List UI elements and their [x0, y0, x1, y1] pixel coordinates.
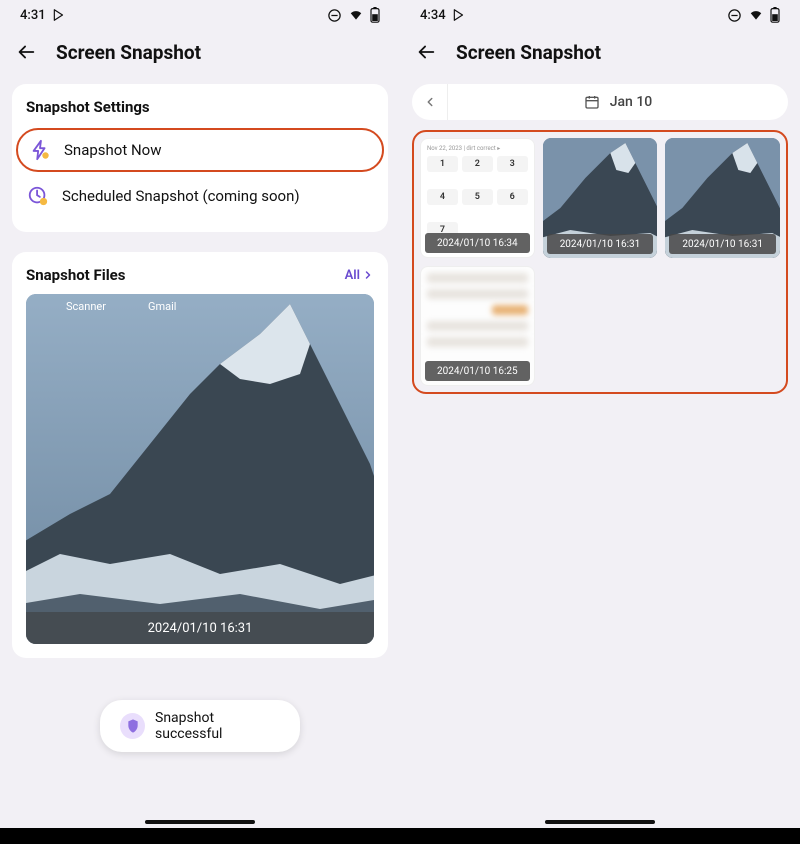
- nav-handle[interactable]: [0, 814, 400, 828]
- snapshot-now-button[interactable]: Snapshot Now: [16, 128, 384, 172]
- clock: 4:31: [20, 8, 46, 23]
- footer-bar: [0, 828, 800, 844]
- dnd-icon: [727, 8, 742, 23]
- phone-left: 4:31 Screen Snapshot Snapshot Settings S…: [0, 0, 400, 828]
- toast-text: Snapshot successful: [155, 710, 280, 742]
- scheduled-label: Scheduled Snapshot (coming soon): [62, 187, 300, 205]
- thumb-caption: 2024/01/10 16:31: [669, 234, 776, 254]
- back-button[interactable]: [414, 40, 438, 64]
- thumb-caption: 2024/01/10 16:34: [425, 233, 530, 253]
- snapshot-preview[interactable]: Scanner Gmail 2024/01/10 16:31: [26, 294, 374, 644]
- preview-caption: 2024/01/10 16:31: [26, 612, 374, 644]
- preview-app-label: Scanner: [66, 300, 106, 313]
- page-title: Screen Snapshot: [56, 41, 201, 64]
- snapshot-now-label: Snapshot Now: [64, 141, 162, 159]
- settings-card: Snapshot Settings Snapshot Now Scheduled…: [12, 84, 388, 232]
- scheduled-snapshot-row: Scheduled Snapshot (coming soon): [26, 174, 374, 218]
- battery-icon: [770, 7, 780, 23]
- wifi-icon: [748, 8, 764, 22]
- thumb-caption: 2024/01/10 16:31: [547, 234, 654, 254]
- files-header: Snapshot Files: [26, 266, 125, 284]
- all-link[interactable]: All: [345, 268, 374, 283]
- snapshot-thumb[interactable]: Nov 22, 2023 | dirt correct ▸ 1 2 3 4 5 …: [420, 138, 535, 258]
- clock: 4:34: [420, 8, 446, 23]
- thumb-caption: 2024/01/10 16:25: [425, 361, 530, 381]
- lightning-icon: [28, 138, 52, 162]
- all-label: All: [345, 268, 360, 283]
- date-label: Jan 10: [610, 94, 653, 110]
- phone-right: 4:34 Screen Snapshot Jan 10 Nov 22, 2023…: [400, 0, 800, 828]
- battery-icon: [370, 7, 380, 23]
- statusbar: 4:34: [400, 0, 800, 30]
- nav-handle[interactable]: [400, 814, 800, 828]
- settings-header: Snapshot Settings: [26, 98, 374, 116]
- date-bar: Jan 10: [412, 84, 788, 120]
- appbar: Screen Snapshot: [0, 30, 400, 74]
- preview-app-label: Gmail: [148, 300, 176, 313]
- arrow-left-icon: [15, 41, 37, 63]
- calendar-icon: [584, 94, 600, 110]
- prev-date-button[interactable]: [412, 84, 448, 120]
- chevron-right-icon: [362, 269, 374, 281]
- snapshot-grid: Nov 22, 2023 | dirt correct ▸ 1 2 3 4 5 …: [420, 138, 780, 386]
- back-button[interactable]: [14, 40, 38, 64]
- appbar: Screen Snapshot: [400, 30, 800, 74]
- snapshot-thumb[interactable]: 2024/01/10 16:25: [420, 266, 535, 386]
- snapshot-thumb[interactable]: 2024/01/10 16:31: [665, 138, 780, 258]
- play-store-icon: [52, 8, 66, 22]
- snapshot-thumb[interactable]: 2024/01/10 16:31: [543, 138, 658, 258]
- shield-icon: [120, 713, 145, 739]
- play-store-icon: [452, 8, 466, 22]
- dnd-icon: [327, 8, 342, 23]
- wifi-icon: [348, 8, 364, 22]
- snapshot-grid-highlight: Nov 22, 2023 | dirt correct ▸ 1 2 3 4 5 …: [412, 130, 788, 394]
- arrow-left-icon: [415, 41, 437, 63]
- files-card: Snapshot Files All Scanner Gmail 20: [12, 252, 388, 658]
- mountain-image: [26, 294, 374, 644]
- chevron-left-icon: [423, 95, 437, 109]
- page-title: Screen Snapshot: [456, 41, 601, 64]
- date-picker[interactable]: Jan 10: [448, 94, 788, 110]
- toast: Snapshot successful: [100, 700, 300, 752]
- statusbar: 4:31: [0, 0, 400, 30]
- clock-schedule-icon: [26, 184, 50, 208]
